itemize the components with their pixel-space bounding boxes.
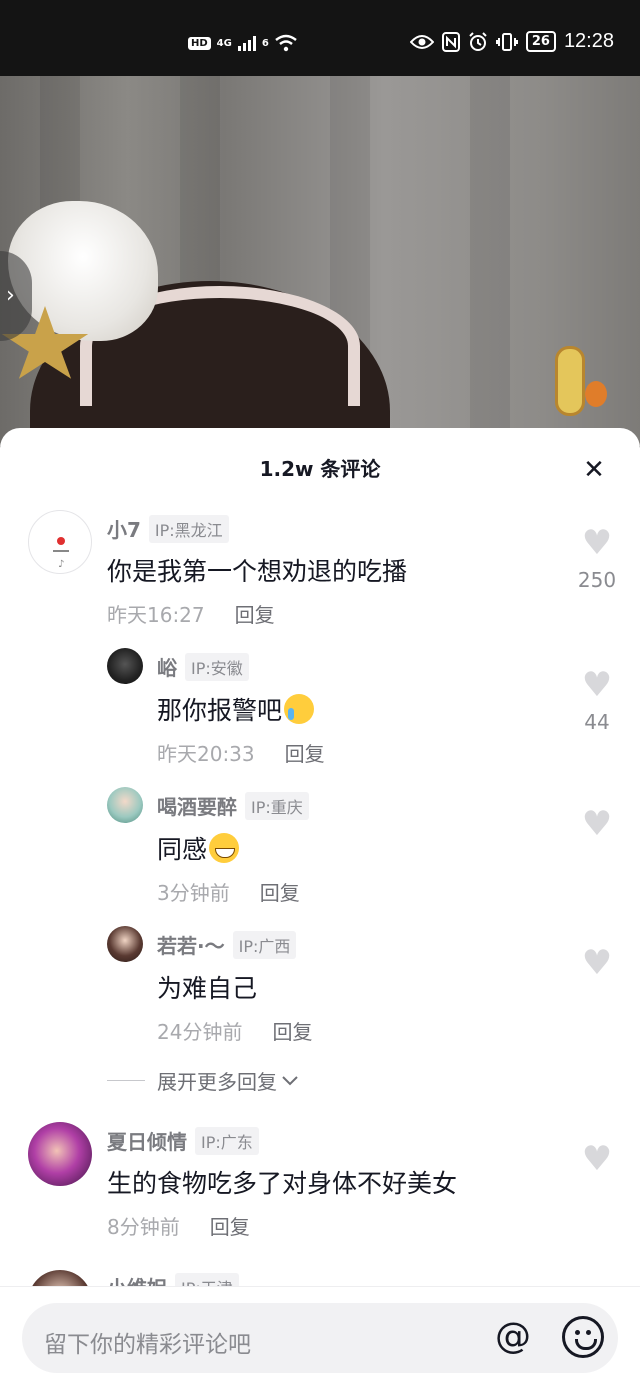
like-button[interactable]: ♥ 250 [567, 526, 627, 592]
crying-emoji-icon [284, 694, 315, 724]
hair-bow [8, 201, 158, 341]
like-count: 250 [577, 568, 617, 592]
username[interactable]: 小7 [107, 514, 141, 543]
ip-location-tag: IP:安徽 [185, 652, 249, 681]
comment-time: 昨天16:27 [107, 603, 205, 627]
close-icon[interactable]: ✕ [578, 454, 610, 486]
ip-location-tag: IP:重庆 [245, 791, 309, 820]
comments-count-title: 1.2w 条评论 [259, 457, 381, 481]
wifi-icon [275, 34, 297, 52]
comment-input-placeholder: 留下你的精彩评论吧 [44, 1332, 251, 1358]
expand-replies-label: 展开更多回复 [157, 1070, 277, 1094]
comment-time: 昨天20:33 [157, 742, 255, 766]
chevron-down-icon [282, 1075, 298, 1085]
comment-text[interactable]: 生的食物吃多了对身体不好美女 [107, 1164, 457, 1200]
wifi-version-label: 6 [261, 37, 269, 49]
avatar[interactable]: ♪ [28, 510, 92, 574]
battery-icon: 26 [525, 31, 556, 52]
comment-text[interactable]: 为难自己 [157, 969, 257, 1005]
clock: 12:28 [563, 30, 614, 52]
heart-icon: ♥ [581, 1139, 613, 1179]
ip-location-tag: IP:黑龙江 [148, 514, 229, 543]
username[interactable]: 若若·～ [157, 930, 225, 959]
nfc-icon [441, 31, 460, 52]
username[interactable]: 峪 [157, 652, 177, 681]
heart-icon: ♥ [581, 523, 613, 563]
username[interactable]: 夏日倾情 [107, 1126, 187, 1155]
status-icons: 26 12:28 [409, 30, 614, 53]
comment-input-bar: 留下你的精彩评论吧 @ [0, 1286, 640, 1387]
like-button[interactable]: ♥ [567, 946, 627, 980]
alarm-icon [469, 31, 487, 51]
comment-content[interactable]: 同感 [157, 830, 240, 866]
comment-text: 那你报警吧 [157, 696, 283, 725]
like-button[interactable]: ♥ [567, 1142, 627, 1176]
divider [107, 1080, 145, 1081]
comment-text[interactable]: 你是我第一个想劝退的吃播 [107, 552, 407, 588]
avatar[interactable] [28, 1122, 92, 1186]
username[interactable]: 喝酒要醉 [157, 791, 237, 820]
at-mention-icon[interactable]: @ [490, 1314, 536, 1360]
like-button[interactable]: ♥ [567, 807, 627, 841]
reply-button[interactable]: 回复 [210, 1211, 250, 1240]
heart-icon: ♥ [581, 804, 613, 844]
avatar[interactable] [107, 787, 143, 823]
network-indicators: HD 4G 6 [188, 34, 297, 52]
video-preview[interactable]: › [0, 76, 640, 446]
comment-text: 同感 [157, 835, 208, 864]
signal-icon [237, 35, 256, 51]
status-bar: HD 4G 6 26 12:28 [0, 0, 640, 76]
reply-button[interactable]: 回复 [285, 738, 325, 767]
svg-text:♪: ♪ [58, 559, 64, 570]
comment-time: 8分钟前 [107, 1215, 180, 1239]
avatar[interactable] [107, 926, 143, 962]
ip-location-tag: IP:广西 [232, 930, 297, 959]
reply-button[interactable]: 回复 [235, 599, 275, 628]
expand-replies-button[interactable]: 展开更多回复 [107, 1066, 299, 1095]
emoji-picker-icon[interactable] [562, 1316, 604, 1358]
like-count: 44 [584, 710, 610, 734]
ip-location-tag: IP:广东 [195, 1126, 259, 1155]
charm-bead [585, 381, 607, 407]
reply-button[interactable]: 回复 [272, 1016, 312, 1045]
grinning-emoji-icon [209, 833, 240, 863]
cellular-network-label: 4G [216, 37, 232, 49]
keychain-charm [555, 346, 585, 416]
vibrate-icon [495, 32, 518, 51]
like-button[interactable]: ♥ 44 [567, 668, 627, 734]
eye-icon [409, 34, 434, 49]
heart-icon: ♥ [581, 943, 613, 983]
hd-icon: HD [188, 36, 211, 50]
comment-time: 24分钟前 [157, 1020, 243, 1044]
heart-icon: ♥ [581, 665, 613, 705]
comment-content[interactable]: 那你报警吧 [157, 691, 315, 727]
comment-time: 3分钟前 [157, 881, 230, 905]
avatar[interactable] [107, 648, 143, 684]
comment-input[interactable]: 留下你的精彩评论吧 @ [22, 1303, 618, 1373]
reply-button[interactable]: 回复 [260, 877, 300, 906]
comments-sheet: 1.2w 条评论 ✕ ♪ 小7 IP:黑龙江 你是我第一个想劝退的吃播 昨天16… [0, 428, 640, 1387]
